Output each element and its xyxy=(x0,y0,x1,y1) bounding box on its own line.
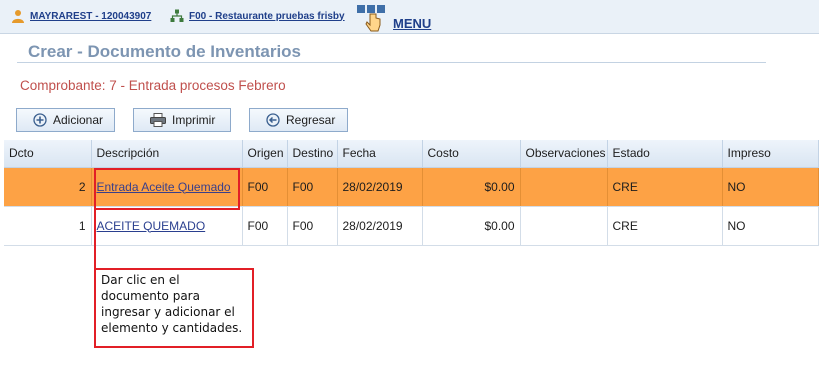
cell-origen: F00 xyxy=(242,167,288,207)
cell-observaciones xyxy=(520,206,608,246)
instruction-callout: Dar clic en el documento para ingresar y… xyxy=(94,268,254,348)
comprobante-label: Comprobante: 7 - Entrada procesos Febrer… xyxy=(20,78,286,93)
title-divider xyxy=(17,62,766,63)
cell-origen: F00 xyxy=(242,206,288,246)
plus-circle-icon xyxy=(33,113,47,127)
cell-dcto: 2 xyxy=(4,167,92,207)
print-button-label: Imprimir xyxy=(172,113,216,127)
site-link[interactable]: F00 - Restaurante pruebas frisby xyxy=(170,9,345,23)
col-header-observaciones[interactable]: Observaciones xyxy=(520,140,608,168)
table-row[interactable]: 1 ACEITE QUEMADO F00 F00 28/02/2019 $0.0… xyxy=(4,206,819,246)
site-label: F00 - Restaurante pruebas frisby xyxy=(189,10,345,22)
cell-estado: CRE xyxy=(607,206,723,246)
cell-fecha: 28/02/2019 xyxy=(337,167,423,207)
cell-descripcion: ACEITE QUEMADO xyxy=(91,206,243,246)
highlight-box xyxy=(94,168,240,210)
back-button-label: Regresar xyxy=(286,113,336,127)
page-title: Crear - Documento de Inventarios xyxy=(28,42,302,61)
back-arrow-icon xyxy=(266,113,280,127)
user-icon xyxy=(12,10,24,23)
cell-observaciones xyxy=(520,167,608,207)
col-header-destino[interactable]: Destino xyxy=(287,140,338,168)
document-link[interactable]: ACEITE QUEMADO xyxy=(97,219,206,233)
table-header-row: Dcto Descripción Origen Destino Fecha Co… xyxy=(4,140,819,168)
cell-costo: $0.00 xyxy=(422,167,521,207)
printer-icon xyxy=(150,113,166,127)
user-link[interactable]: MAYRAREST - 120043907 xyxy=(11,9,151,23)
col-header-costo[interactable]: Costo xyxy=(422,140,521,168)
cell-estado: CRE xyxy=(607,167,723,207)
menu-label: MENU xyxy=(393,15,432,31)
top-bar: MAYRAREST - 120043907 F00 - Restaurante … xyxy=(0,0,819,34)
cell-dcto: 1 xyxy=(4,206,92,246)
col-header-descripcion[interactable]: Descripción xyxy=(91,140,243,168)
cell-destino: F00 xyxy=(287,206,338,246)
add-button[interactable]: Adicionar xyxy=(16,108,115,132)
user-label: MAYRAREST - 120043907 xyxy=(30,10,152,22)
network-icon xyxy=(170,9,184,22)
cell-costo: $0.00 xyxy=(422,206,521,246)
add-button-label: Adicionar xyxy=(53,113,104,127)
cell-fecha: 28/02/2019 xyxy=(337,206,423,246)
cell-impreso: NO xyxy=(722,206,819,246)
col-header-estado[interactable]: Estado xyxy=(607,140,723,168)
col-header-fecha[interactable]: Fecha xyxy=(337,140,423,168)
back-button[interactable]: Regresar xyxy=(249,108,348,132)
col-header-origen[interactable]: Origen xyxy=(242,140,288,168)
menu-link[interactable]: MENU xyxy=(356,4,431,32)
menu-cursor-icon xyxy=(357,5,385,32)
print-button[interactable]: Imprimir xyxy=(133,108,231,132)
col-header-impreso[interactable]: Impreso xyxy=(722,140,819,168)
callout-connector xyxy=(94,210,96,268)
col-header-dcto[interactable]: Dcto xyxy=(4,140,92,168)
cell-destino: F00 xyxy=(287,167,338,207)
cell-impreso: NO xyxy=(722,167,819,207)
